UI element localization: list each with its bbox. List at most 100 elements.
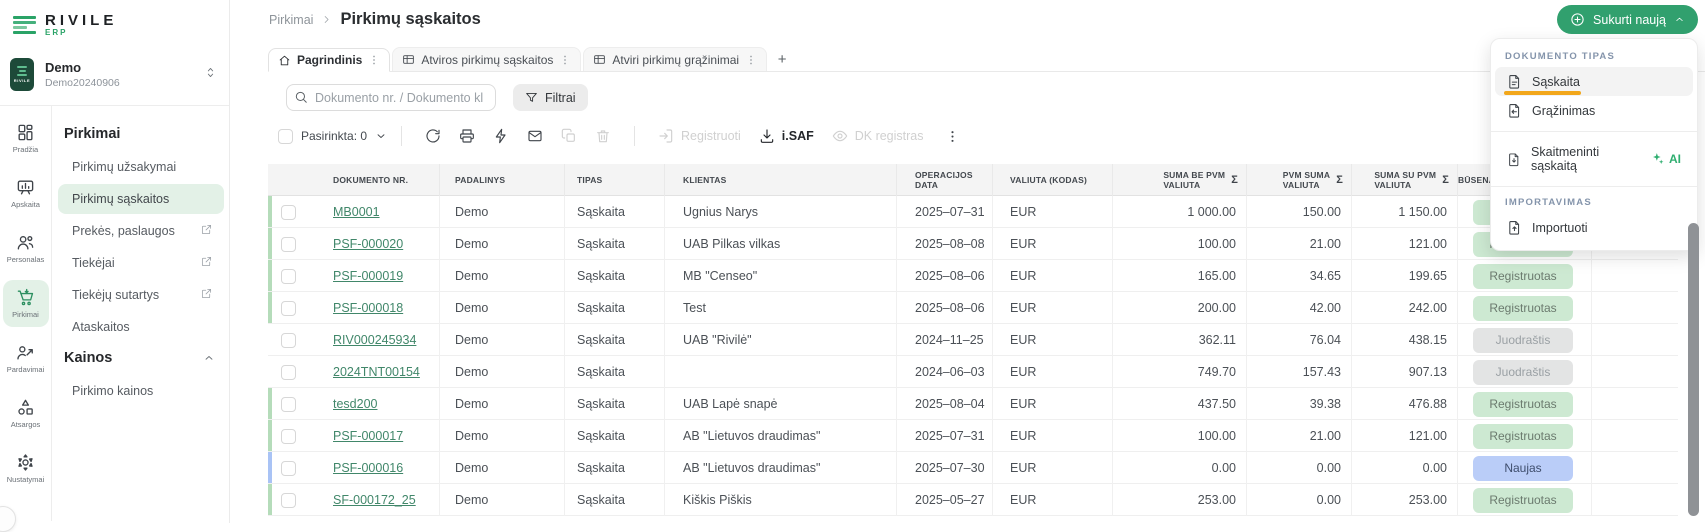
org-selector[interactable]: RIVILE Demo Demo20240906 — [0, 58, 229, 106]
cell-text: Ugnius Narys — [683, 205, 758, 219]
sum-icon[interactable]: Σ — [1231, 175, 1238, 185]
sidebar-item-pirkimo-kainos[interactable]: Pirkimo kainos — [58, 376, 224, 406]
updown-icon[interactable] — [204, 66, 217, 79]
toolbar-more-button[interactable] — [941, 125, 964, 148]
dropdown-item-2[interactable]: Skaitmeninti sąskaitąAI — [1495, 138, 1693, 180]
document-link[interactable]: SF-000172_25 — [333, 493, 416, 507]
cell-valiuta: EUR — [993, 260, 1113, 292]
kebab-icon[interactable] — [368, 54, 380, 66]
document-link[interactable]: 2024TNT00154 — [333, 365, 420, 379]
cell-text: Demo — [455, 301, 488, 315]
refresh-button[interactable] — [421, 124, 445, 148]
rail-item-atsargos[interactable]: Atsargos — [3, 390, 49, 437]
cell-text: AB "Lietuvos draudimas" — [683, 429, 820, 443]
document-link[interactable]: tesd200 — [333, 397, 377, 411]
kebab-icon[interactable] — [559, 54, 571, 66]
select-all-checkbox[interactable] — [278, 129, 293, 144]
cell-pvm_suma: 150.00 — [1247, 196, 1352, 228]
register-icon — [658, 128, 674, 144]
dropdown-item-import[interactable]: Importuoti — [1495, 213, 1693, 242]
column-header-pvm_suma[interactable]: PVM SUMA VALIUTAΣ — [1247, 164, 1352, 196]
sidebar-item-ataskaitos[interactable]: Ataskaitos — [58, 312, 224, 342]
row-checkbox[interactable] — [281, 301, 296, 316]
rail-item-apskaita[interactable]: Apskaita — [3, 170, 49, 217]
dk-register-button[interactable]: DK registras — [828, 124, 928, 148]
cell-text: 199.65 — [1409, 269, 1447, 283]
cell-text: UAB Lapė snapė — [683, 397, 778, 411]
rail-item-pradžia[interactable]: Pradžia — [3, 115, 49, 162]
breadcrumb-parent[interactable]: Pirkimai — [269, 13, 313, 27]
rail-item-nustatymai[interactable]: Nustatymai — [3, 445, 49, 492]
document-link[interactable]: PSF-000019 — [333, 269, 403, 283]
column-header-doc[interactable]: DOKUMENTO NR. — [320, 164, 440, 196]
rail-item-pardavimai[interactable]: Pardavimai — [3, 335, 49, 382]
tab-2[interactable]: Atviri pirkimų grąžinimai — [583, 47, 767, 71]
register-button[interactable]: Registruoti — [654, 124, 745, 148]
cell-filler — [1592, 356, 1678, 388]
row-checkbox[interactable] — [281, 237, 296, 252]
document-link[interactable]: MB0001 — [333, 205, 380, 219]
cell-tipas: Sąskaita — [565, 388, 665, 420]
cell-suma_su_pvm: 1 150.00 — [1352, 196, 1458, 228]
add-tab-button[interactable]: + — [769, 47, 795, 71]
column-header-suma_su_pvm[interactable]: SUMA SU PVM VALIUTAΣ — [1352, 164, 1458, 196]
row-checkbox[interactable] — [281, 429, 296, 444]
sidebar-item-tiekėjai[interactable]: Tiekėjai — [58, 248, 224, 278]
isaf-button[interactable]: i.SAF — [755, 124, 818, 148]
print-button[interactable] — [455, 124, 479, 148]
column-header-suma_be_pvm[interactable]: SUMA BE PVM VALIUTAΣ — [1113, 164, 1247, 196]
kebab-icon[interactable] — [745, 54, 757, 66]
search-box — [286, 84, 496, 111]
dropdown-item-1[interactable]: Grąžinimas — [1495, 96, 1693, 125]
copy-button[interactable] — [557, 124, 581, 148]
cell-valiuta: EUR — [993, 452, 1113, 484]
cell-busena: Naujas — [1458, 452, 1592, 484]
document-link[interactable]: PSF-000018 — [333, 301, 403, 315]
brand-name: RIVILE — [45, 13, 117, 28]
rail-item-pirkimai[interactable]: Pirkimai — [3, 280, 49, 327]
rail-item-personalas[interactable]: Personalas — [3, 225, 49, 272]
row-checkbox[interactable] — [281, 269, 296, 284]
tab-1[interactable]: Atviros pirkimų sąskaitos — [392, 47, 581, 71]
document-link[interactable]: PSF-000016 — [333, 461, 403, 475]
email-button[interactable] — [523, 124, 547, 148]
create-new-button[interactable]: Sukurti naują — [1557, 5, 1698, 34]
row-checkbox[interactable] — [281, 333, 296, 348]
row-checkbox[interactable] — [281, 365, 296, 380]
sidebar-item-pirkimų-sąskaitos[interactable]: Pirkimų sąskaitos — [58, 184, 224, 214]
filters-button[interactable]: Filtrai — [513, 84, 588, 111]
cell-doc: PSF-000020 — [320, 228, 440, 260]
chevron-up-icon[interactable] — [203, 352, 215, 364]
sidebar-item-pirkimų-užsakymai[interactable]: Pirkimų užsakymai — [58, 152, 224, 182]
document-link[interactable]: RIV000245934 — [333, 333, 416, 347]
chevron-down-icon[interactable] — [375, 130, 387, 142]
column-header-klientas[interactable]: KLIENTAS — [665, 164, 897, 196]
cell-data: 2025–08–08 — [897, 228, 993, 260]
toolbar-divider — [634, 126, 635, 146]
sum-icon[interactable]: Σ — [1442, 175, 1449, 185]
column-header-valiuta[interactable]: VALIUTA (KODAS) — [993, 164, 1113, 196]
column-header-tipas[interactable]: TIPAS — [565, 164, 665, 196]
document-link[interactable]: PSF-000017 — [333, 429, 403, 443]
sidebar-item-prekės-paslaugos[interactable]: Prekės, paslaugos — [58, 216, 224, 246]
cell-text: 438.15 — [1409, 333, 1447, 347]
actions-button[interactable] — [489, 124, 513, 148]
cell-text: 907.13 — [1409, 365, 1447, 379]
column-header-padalinys[interactable]: PADALINYS — [440, 164, 565, 196]
search-input[interactable] — [286, 84, 496, 111]
sum-icon[interactable]: Σ — [1336, 175, 1343, 185]
delete-button[interactable] — [591, 124, 615, 148]
cell-data: 2024–11–25 — [897, 324, 993, 356]
column-header-data[interactable]: OPERACIJOS DATA — [897, 164, 993, 196]
tab-pagrindinis[interactable]: Pagrindinis — [268, 48, 390, 72]
row-checkbox[interactable] — [281, 493, 296, 508]
row-checkbox[interactable] — [281, 397, 296, 412]
cell-valiuta: EUR — [993, 324, 1113, 356]
row-checkbox[interactable] — [281, 205, 296, 220]
document-link[interactable]: PSF-000020 — [333, 237, 403, 251]
sidebar-item-tiekėjų-sutartys[interactable]: Tiekėjų sutartys — [58, 280, 224, 310]
vertical-scrollbar[interactable] — [1688, 223, 1699, 516]
select-all-control[interactable]: Pasirinkta: 0 — [278, 129, 387, 144]
dropdown-item-0[interactable]: Sąskaita — [1495, 67, 1693, 96]
row-checkbox[interactable] — [281, 461, 296, 476]
